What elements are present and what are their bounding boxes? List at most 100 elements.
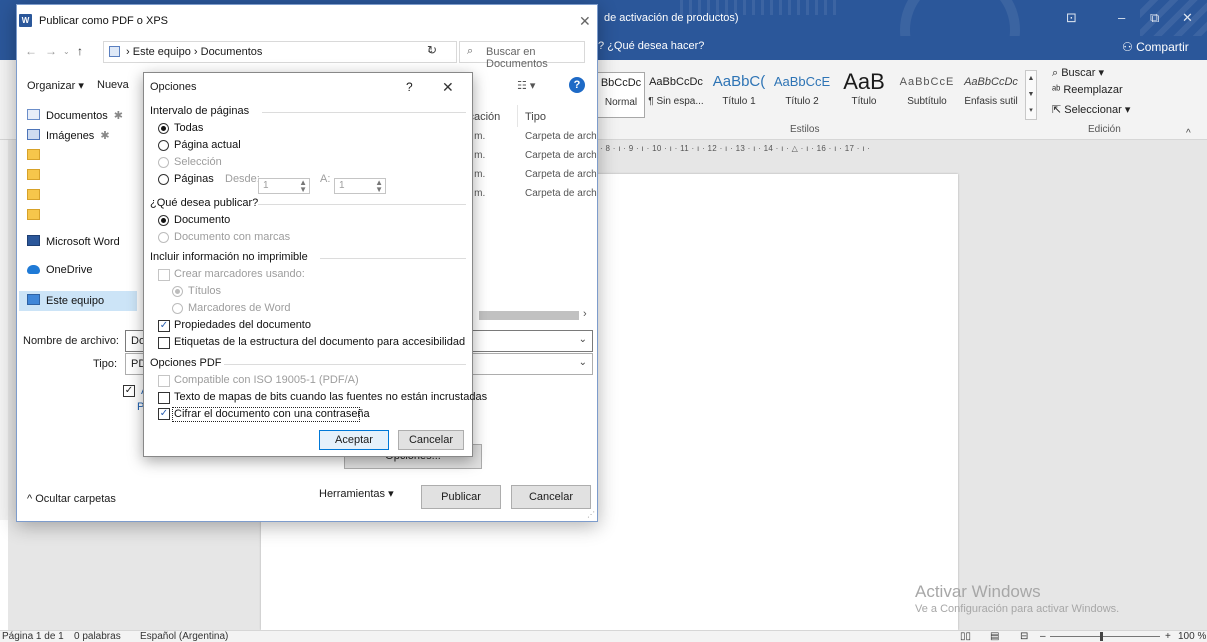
hide-folders-button[interactable]: ^ Ocultar carpetas: [27, 493, 116, 505]
replace-icon: ᵃᵇ: [1052, 84, 1064, 96]
publish-document-radio[interactable]: [158, 215, 169, 226]
word-count[interactable]: 0 palabras: [74, 631, 121, 642]
page-count[interactable]: Página 1 de 1: [2, 631, 64, 642]
styles-gallery-scroll[interactable]: ▲ ▼ ▾: [1025, 70, 1037, 120]
collapse-ribbon-icon[interactable]: ^: [1186, 128, 1191, 139]
word-window-title: de activación de productos): [604, 12, 739, 24]
cancel-button[interactable]: Cancelar: [511, 485, 591, 509]
print-layout-icon[interactable]: ▤: [990, 631, 999, 642]
structure-tags-checkbox[interactable]: [158, 337, 170, 349]
refresh-icon[interactable]: ↻: [427, 43, 437, 57]
zoom-slider-thumb[interactable]: [1100, 632, 1103, 641]
horizontal-scrollbar[interactable]: ›: [479, 308, 597, 322]
from-page-stepper[interactable]: 1 ▲ ▼: [258, 178, 310, 194]
encrypt-checkbox[interactable]: ✓: [158, 408, 170, 420]
zoom-slider[interactable]: [1050, 636, 1160, 637]
share-button[interactable]: ⚇ Compartir: [1122, 40, 1189, 54]
bitmap-text-checkbox[interactable]: [158, 392, 170, 404]
stepper-arrows-icon[interactable]: ▲ ▼: [375, 179, 383, 194]
nav-item-folder[interactable]: [27, 149, 46, 162]
chevron-down-icon[interactable]: ⌄: [579, 334, 587, 345]
up-icon[interactable]: ↑: [77, 44, 83, 58]
bookmarks-word-radio[interactable]: [172, 303, 183, 314]
non-printing-header: Incluir información no imprimible: [150, 251, 308, 263]
style-no-spacing[interactable]: AaBbCcDc ¶ Sin espa...: [647, 72, 705, 118]
close-icon[interactable]: ✕: [1182, 10, 1193, 26]
group-divider: [224, 364, 466, 365]
style-heading-2[interactable]: AaBbCcE Título 2: [772, 72, 832, 118]
bookmarks-headings-radio[interactable]: [172, 286, 183, 297]
style-heading-1[interactable]: AaBbC( Título 1: [708, 72, 770, 118]
select-button[interactable]: ⇱ Seleccionar ▾: [1052, 103, 1130, 116]
dialog-title: Publicar como PDF o XPS: [39, 15, 168, 27]
nav-item-microsoft-word[interactable]: Microsoft Word: [27, 235, 120, 248]
zoom-in-icon[interactable]: +: [1165, 631, 1171, 642]
breadcrumb: › Este equipo › Documentos: [126, 46, 263, 58]
style-subtle-emphasis[interactable]: AaBbCcDc Énfasis sutil: [960, 72, 1022, 118]
breadcrumb-item[interactable]: Documentos: [201, 46, 263, 58]
scrollbar-thumb[interactable]: [479, 311, 579, 320]
address-bar[interactable]: › Este equipo › Documentos ⌄: [103, 41, 457, 63]
nav-item-pictures[interactable]: Imágenes ✱: [27, 129, 110, 142]
help-icon[interactable]: ?: [569, 77, 585, 93]
tell-me-box[interactable]: ? ¿Qué desea hacer?: [598, 40, 704, 52]
search-placeholder: Buscar en Documentos: [486, 46, 548, 70]
replace-button[interactable]: ᵃᵇ Reemplazar: [1052, 84, 1123, 96]
restore-icon[interactable]: ⧉: [1150, 10, 1159, 26]
to-label: A:: [320, 173, 331, 185]
close-icon[interactable]: ✕: [442, 79, 454, 96]
create-bookmarks-checkbox[interactable]: [158, 269, 170, 281]
publish-markup-radio[interactable]: [158, 232, 169, 243]
nav-item-this-pc[interactable]: Este equipo: [27, 294, 104, 307]
column-separator[interactable]: [517, 105, 518, 127]
open-after-publish-checkbox[interactable]: ✓: [123, 385, 135, 397]
page-range-current-radio[interactable]: [158, 140, 169, 151]
page-range-selection-label: Selección: [174, 156, 222, 168]
column-header-type[interactable]: Tipo: [525, 111, 546, 123]
document-properties-checkbox[interactable]: ✓: [158, 320, 170, 332]
nav-item-folder[interactable]: [27, 169, 46, 182]
to-page-stepper[interactable]: 1 ▲ ▼: [334, 178, 386, 194]
folder-icon: [27, 209, 40, 220]
forward-icon[interactable]: →: [45, 44, 57, 58]
breadcrumb-item[interactable]: Este equipo: [133, 46, 191, 58]
page-range-pages-radio[interactable]: [158, 174, 169, 185]
nav-item-folder[interactable]: [27, 189, 46, 202]
page-range-selection-radio[interactable]: [158, 157, 169, 168]
close-icon[interactable]: ✕: [579, 13, 591, 30]
options-cancel-button[interactable]: Cancelar: [398, 430, 464, 450]
accept-button[interactable]: Aceptar: [319, 430, 389, 450]
back-icon[interactable]: ←: [25, 44, 37, 58]
resize-grip-icon[interactable]: ⋰: [587, 510, 595, 519]
pin-icon: ✱: [113, 110, 123, 122]
nav-item-folder[interactable]: [27, 209, 46, 222]
tools-button[interactable]: Herramientas ▾: [319, 487, 394, 500]
find-button[interactable]: ⌕ Buscar ▾: [1052, 66, 1104, 80]
style-subtitle[interactable]: AaBbCcE Subtítulo: [897, 72, 957, 118]
page-range-all-radio[interactable]: [158, 123, 169, 134]
options-dialog-title: Opciones: [150, 81, 197, 93]
web-layout-icon[interactable]: ⊟: [1020, 631, 1028, 642]
search-input[interactable]: ⌕ Buscar en Documentos: [459, 41, 585, 70]
read-mode-icon[interactable]: ▯▯: [960, 631, 971, 642]
scroll-right-icon[interactable]: ›: [583, 308, 587, 320]
minimize-icon[interactable]: –: [1118, 10, 1125, 25]
stepper-arrows-icon[interactable]: ▲ ▼: [299, 179, 307, 194]
language-status[interactable]: Español (Argentina): [140, 631, 228, 642]
help-icon[interactable]: ?: [406, 80, 413, 94]
new-folder-button[interactable]: Nueva: [97, 79, 129, 91]
publish-button[interactable]: Publicar: [421, 485, 501, 509]
publish-pdf-dialog: W Publicar como PDF o XPS ✕ ← → ⌄ ↑ › Es…: [16, 4, 598, 522]
ribbon-display-options-icon[interactable]: ⊡: [1066, 10, 1077, 26]
documents-icon: [27, 109, 40, 120]
nav-item-onedrive[interactable]: OneDrive: [27, 264, 92, 276]
iso-compatible-checkbox[interactable]: [158, 375, 170, 387]
nav-item-documents[interactable]: Documentos ✱: [27, 109, 123, 122]
organize-button[interactable]: Organizar ▾: [27, 79, 84, 92]
zoom-out-icon[interactable]: –: [1040, 631, 1046, 642]
zoom-level[interactable]: 100 %: [1178, 631, 1206, 642]
style-normal[interactable]: BbCcDc Normal: [597, 72, 645, 118]
recent-locations-icon[interactable]: ⌄: [63, 47, 70, 56]
view-options-icon[interactable]: ☷ ▾: [517, 79, 535, 92]
style-title[interactable]: AaB Título: [834, 72, 894, 118]
